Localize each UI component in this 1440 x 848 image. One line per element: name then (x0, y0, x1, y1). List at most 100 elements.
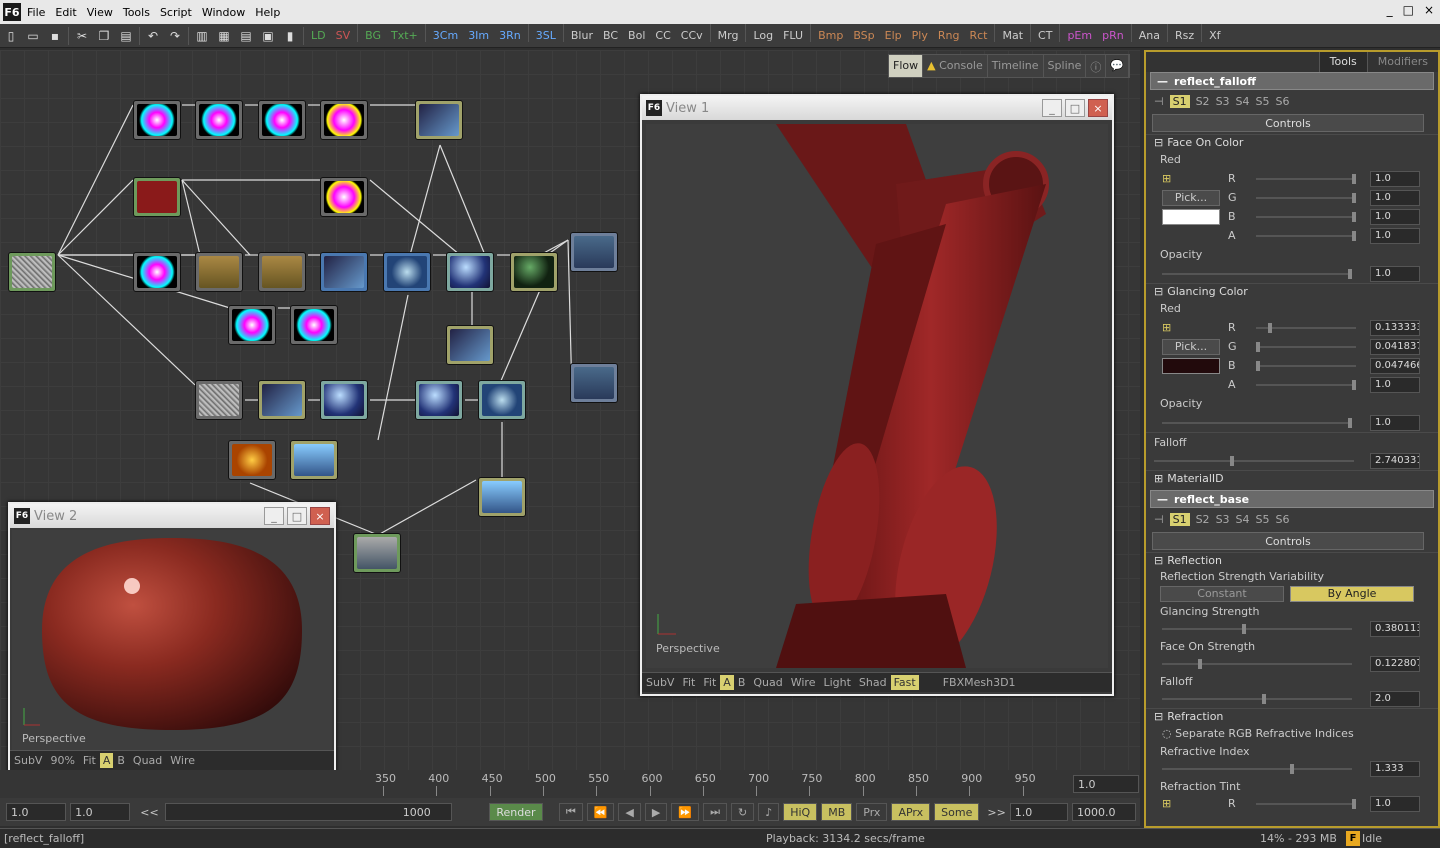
mb-button[interactable]: MB (821, 803, 853, 821)
menu-file[interactable]: File (27, 6, 53, 19)
audio-icon[interactable]: ♪ (758, 803, 780, 821)
close-icon[interactable]: × (1424, 3, 1434, 17)
glancing-strength-row[interactable]: 0.380113 (1146, 619, 1438, 638)
tool-header-reflect-base[interactable]: — reflect_base (1150, 490, 1434, 508)
tool-ld-button[interactable]: LD (306, 24, 331, 48)
step-back-icon[interactable]: ⏪ (586, 803, 615, 821)
close-icon[interactable]: × (310, 507, 330, 525)
minimize-icon[interactable]: _ (264, 507, 284, 525)
close-icon[interactable]: × (1088, 99, 1108, 117)
glancing-strength-field[interactable]: 0.380113 (1370, 620, 1420, 637)
viewer-option-quad[interactable]: Quad (129, 754, 166, 767)
tool-bc-button[interactable]: BC (598, 24, 623, 48)
global-end-field[interactable]: 1000.0 (1072, 803, 1136, 821)
viewer-option-fit[interactable]: Fit (79, 754, 100, 767)
viewer-option-shad[interactable]: Shad (855, 676, 891, 689)
viewer-option-b[interactable]: B (734, 676, 750, 689)
minimize-icon[interactable]: _ (1042, 99, 1062, 117)
go-end-icon[interactable]: ⏭ (703, 803, 727, 821)
tool-mrg-button[interactable]: Mrg (713, 24, 744, 48)
timeline-end-field[interactable]: 1.0 (1073, 775, 1139, 793)
view2-viewport[interactable]: Perspective (12, 530, 332, 750)
viewer-option-fit[interactable]: Fit (678, 676, 699, 689)
channel-row[interactable]: Pick... G 1.0 (1146, 188, 1438, 207)
menu-edit[interactable]: Edit (55, 6, 84, 19)
menu-tools[interactable]: Tools (123, 6, 158, 19)
open-folder-icon[interactable]: ▭ (22, 24, 44, 48)
pin-icon[interactable]: ⊣ (1154, 513, 1164, 526)
fwd-label[interactable]: >> (987, 806, 1005, 819)
tool-elp-button[interactable]: Elp (880, 24, 907, 48)
tool-ana-button[interactable]: Ana (1134, 24, 1165, 48)
scene-tab-s1[interactable]: S1 (1169, 512, 1190, 526)
cut-icon[interactable]: ✂ (71, 24, 93, 48)
tool-bol-button[interactable]: Bol (623, 24, 650, 48)
scene-tab-s2[interactable]: S2 (1196, 513, 1210, 526)
layout-2-icon[interactable]: ▦ (213, 24, 235, 48)
tool-pem-button[interactable]: pEm (1062, 24, 1097, 48)
expand-icon[interactable]: ⊞ (1162, 172, 1171, 185)
viewer-option-90[interactable]: 90% (46, 754, 78, 767)
face-on-strength-row[interactable]: 0.122807 (1146, 654, 1438, 673)
channel-value-field[interactable]: 1.0 (1370, 170, 1420, 187)
hiq-button[interactable]: HiQ (783, 803, 818, 821)
color-corrector-node[interactable] (133, 100, 181, 140)
tool-txt-button[interactable]: Txt+ (386, 24, 423, 48)
scene-tab-s4[interactable]: S4 (1236, 513, 1250, 526)
view2-titlebar[interactable]: F6 View 2 _ □ × (10, 504, 334, 528)
tool-3cm-button[interactable]: 3Cm (428, 24, 463, 48)
tool-flu-button[interactable]: FLU (778, 24, 808, 48)
separate-rgb-row[interactable]: ◌ Separate RGB Refractive Indices (1146, 724, 1438, 743)
view1-window[interactable]: F6 View 1 _ □ × Perspective SubV Fit Fit A B… (640, 94, 1114, 696)
step-forward-icon[interactable]: ⏩ (671, 803, 700, 821)
tool-log-button[interactable]: Log (748, 24, 778, 48)
tab-modifiers[interactable]: Modifiers (1366, 52, 1438, 72)
view1-titlebar[interactable]: F6 View 1 _ □ × (642, 96, 1112, 120)
color-swatch[interactable] (1162, 357, 1220, 374)
scene-tab-s5[interactable]: S5 (1256, 95, 1270, 108)
color-corrector-node[interactable] (228, 305, 276, 345)
layout-5-icon[interactable]: ▮ (279, 24, 301, 48)
tab-tools[interactable]: Tools (1318, 52, 1367, 72)
tool-sv-button[interactable]: SV (331, 24, 356, 48)
blinn-node[interactable] (415, 380, 463, 420)
face-opacity-field[interactable]: 1.0 (1370, 265, 1420, 282)
minimize-icon[interactable]: _ (1387, 3, 1393, 17)
prx-button[interactable]: Prx (856, 803, 888, 821)
save-icon[interactable]: ▪ (44, 24, 66, 48)
tab-console[interactable]: ▲ Console (923, 55, 988, 77)
color-swatch[interactable] (1162, 208, 1220, 225)
tool-blur-button[interactable]: Blur (566, 24, 598, 48)
scene-tab-s6[interactable]: S6 (1276, 513, 1290, 526)
scene-tab-s3[interactable]: S3 (1216, 513, 1230, 526)
viewer-option-light[interactable]: Light (819, 676, 854, 689)
viewer-option-fast[interactable]: Fast (890, 675, 919, 690)
go-start-icon[interactable]: ⏮ (558, 803, 583, 821)
scene-tab-s1[interactable]: S1 (1169, 94, 1190, 108)
channel-value-field[interactable]: 0.047466 (1370, 357, 1420, 374)
view2-window[interactable]: F6 View 2 _ □ × Perspective SubV 90% Fit A B… (8, 502, 336, 794)
restore-icon[interactable]: □ (1403, 3, 1414, 17)
refractive-index-row[interactable]: 1.333 (1146, 759, 1438, 778)
global-start-field[interactable]: 1.0 (6, 803, 67, 821)
texture-node[interactable] (320, 252, 368, 292)
controls-header[interactable]: Controls (1152, 532, 1424, 550)
play-reverse-icon[interactable]: ◀ (618, 803, 641, 821)
expand-icon[interactable]: ⊞ (1162, 321, 1171, 334)
render-start-field[interactable]: 1.0 (70, 803, 131, 821)
layout-4-icon[interactable]: ▣ (257, 24, 279, 48)
viewer-option-fbxmesh3d1[interactable]: FBXMesh3D1 (939, 676, 1020, 689)
pick-button[interactable]: Pick... (1162, 338, 1220, 355)
scene-tab-s6[interactable]: S6 (1276, 95, 1290, 108)
tool-xf-button[interactable]: Xf (1204, 24, 1225, 48)
tool-prn-button[interactable]: pRn (1097, 24, 1129, 48)
viewer-option-wire[interactable]: Wire (787, 676, 820, 689)
noise-node[interactable] (8, 252, 56, 292)
tool-3rn-button[interactable]: 3Rn (494, 24, 526, 48)
face-opacity-row[interactable]: 1.0 (1146, 264, 1438, 283)
menu-view[interactable]: View (87, 6, 121, 19)
section-material-id[interactable]: ⊞ MaterialID (1146, 470, 1438, 486)
maximize-icon[interactable]: □ (287, 507, 307, 525)
section-face-on-color[interactable]: ⊟ Face On Color (1146, 134, 1438, 150)
radio-icon[interactable]: ◌ (1162, 727, 1172, 740)
